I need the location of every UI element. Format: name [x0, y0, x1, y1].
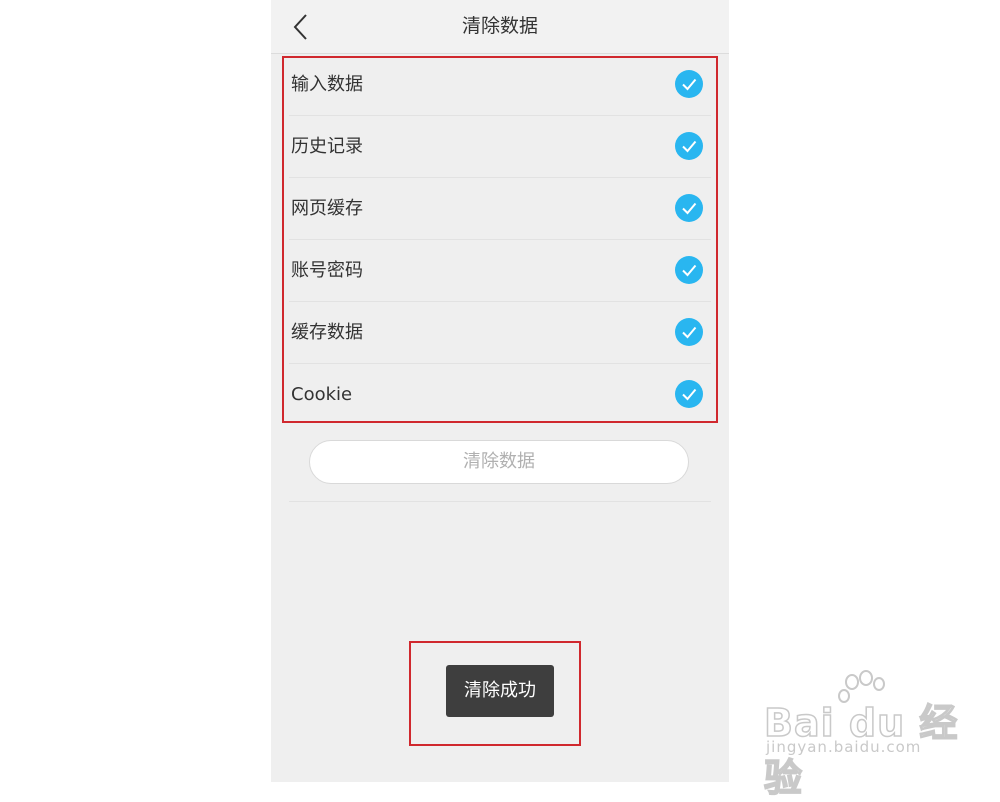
back-button[interactable]	[289, 12, 313, 42]
success-toast: 清除成功	[446, 665, 554, 717]
phone-screen: 清除数据 输入数据 历史记录 网页缓存 账号密码 缓存数据 Cookie 清除数…	[271, 0, 729, 782]
checkmark-icon[interactable]	[675, 318, 703, 346]
clear-options-list: 输入数据 历史记录 网页缓存 账号密码 缓存数据 Cookie	[289, 54, 711, 425]
option-label: 账号密码	[291, 260, 363, 281]
option-row-cookie[interactable]: Cookie	[289, 364, 711, 425]
clear-data-button[interactable]: 清除数据	[309, 440, 689, 484]
checkmark-icon[interactable]	[675, 380, 703, 408]
checkmark-icon[interactable]	[675, 70, 703, 98]
option-row-passwords[interactable]: 账号密码	[289, 240, 711, 302]
watermark-url: jingyan.baidu.com	[766, 738, 922, 756]
checkmark-icon[interactable]	[675, 132, 703, 160]
option-row-input-data[interactable]: 输入数据	[289, 54, 711, 116]
page-title: 清除数据	[461, 15, 538, 37]
option-label: 缓存数据	[291, 322, 363, 343]
option-label: 历史记录	[291, 136, 363, 157]
option-label: Cookie	[291, 384, 353, 405]
option-label: 输入数据	[291, 74, 363, 95]
option-row-history[interactable]: 历史记录	[289, 116, 711, 178]
checkmark-icon[interactable]	[675, 256, 703, 284]
option-label: 网页缓存	[291, 198, 363, 219]
divider	[289, 501, 711, 502]
option-row-cache-data[interactable]: 缓存数据	[289, 302, 711, 364]
option-row-web-cache[interactable]: 网页缓存	[289, 178, 711, 240]
baidu-jingyan-watermark: Bai du 经验 jingyan.baidu.com	[763, 670, 994, 801]
chevron-left-icon	[293, 14, 307, 40]
checkmark-icon[interactable]	[675, 194, 703, 222]
top-bar: 清除数据	[271, 0, 729, 54]
